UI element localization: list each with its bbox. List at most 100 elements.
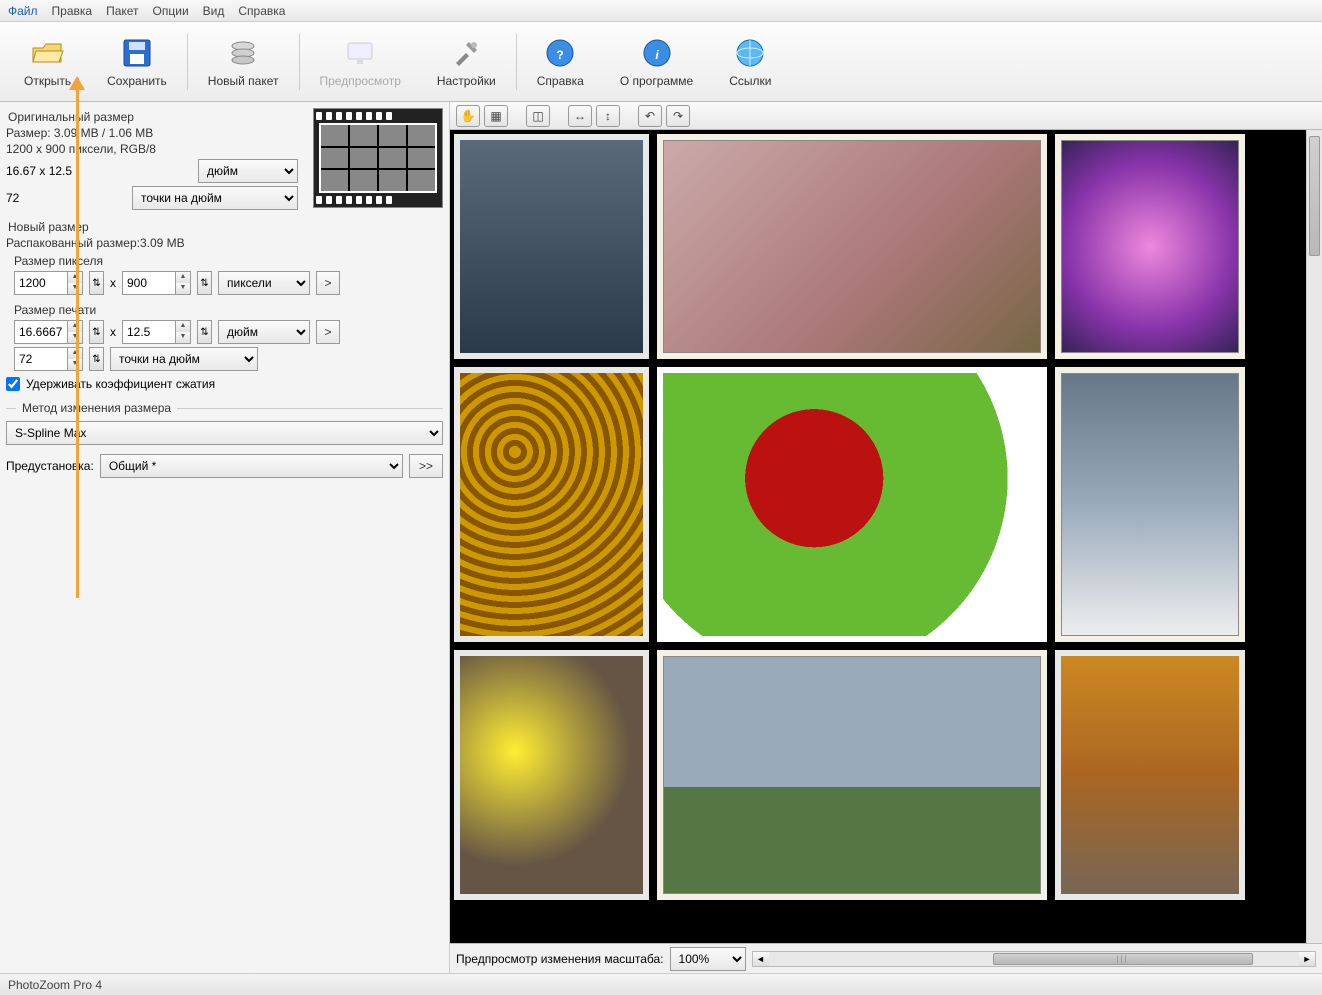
hand-icon: ✋	[461, 109, 476, 123]
link-dpi-button[interactable]: ⇅	[89, 347, 104, 371]
crop-tool-button[interactable]: ◫	[526, 105, 550, 127]
image-tile	[454, 650, 649, 900]
preset-more-button[interactable]: >>	[409, 454, 443, 478]
app-name: PhotoZoom Pro 4	[8, 978, 102, 992]
menu-batch[interactable]: Пакет	[106, 4, 138, 18]
apply-pixel-button[interactable]: >	[316, 271, 340, 295]
width-input[interactable]: ▲▼	[14, 271, 83, 295]
preview-toolbar: ✋ ▦ ◫ ↔ ↕ ↶ ↷	[450, 102, 1322, 130]
monitor-icon	[343, 36, 377, 70]
scroll-thumb[interactable]	[993, 953, 1253, 965]
print-size-title: Размер печати	[14, 303, 443, 317]
statusbar: PhotoZoom Pro 4	[0, 973, 1322, 995]
zoom-select[interactable]: 100%	[670, 947, 746, 971]
image-tile	[454, 134, 649, 359]
save-label: Сохранить	[107, 74, 167, 88]
height-input[interactable]: ▲▼	[122, 271, 191, 295]
constrain-label: Удерживать коэффициент сжатия	[26, 377, 215, 391]
horizontal-scrollbar[interactable]: ◄ ►	[752, 951, 1316, 967]
flip-h-button[interactable]: ↔	[568, 105, 592, 127]
scroll-left-button[interactable]: ◄	[753, 952, 769, 966]
menu-help[interactable]: Справка	[238, 4, 285, 18]
menu-options[interactable]: Опции	[153, 4, 189, 18]
preview-bottom-bar: Предпросмотр изменения масштаба: 100% ◄ …	[450, 943, 1322, 973]
link-pw-button[interactable]: ⇅	[89, 320, 104, 344]
info-icon: i	[640, 36, 674, 70]
print-width-input[interactable]: ▲▼	[14, 320, 83, 344]
image-tile	[454, 367, 649, 642]
pixel-size-title: Размер пикселя	[14, 254, 443, 268]
link-width-button[interactable]: ⇅	[89, 271, 104, 295]
flip-v-button[interactable]: ↕	[596, 105, 620, 127]
print-height-input[interactable]: ▲▼	[122, 320, 191, 344]
links-label: Ссылки	[729, 74, 771, 88]
constrain-row: Удерживать коэффициент сжатия	[6, 377, 443, 391]
marquee-icon: ▦	[490, 109, 501, 123]
menu-file[interactable]: Файл	[8, 4, 38, 18]
preset-select[interactable]: Общий *	[100, 454, 403, 478]
orig-unit-select[interactable]: дюйм	[198, 159, 298, 183]
flip-v-icon: ↕	[605, 109, 611, 123]
marquee-tool-button[interactable]: ▦	[484, 105, 508, 127]
preset-label: Предустановка:	[6, 459, 94, 473]
image-tile	[657, 650, 1047, 900]
image-tile	[657, 134, 1047, 359]
links-button[interactable]: Ссылки	[711, 27, 789, 97]
flip-h-icon: ↔	[574, 109, 586, 123]
folder-open-icon	[31, 36, 65, 70]
save-button[interactable]: Сохранить	[89, 27, 185, 97]
orig-dpi-unit-select[interactable]: точки на дюйм	[132, 186, 298, 210]
constrain-checkbox[interactable]	[6, 377, 20, 391]
preview-pane: ✋ ▦ ◫ ↔ ↕ ↶ ↷ П	[450, 102, 1322, 973]
print-unit-select[interactable]: дюйм	[218, 320, 310, 344]
orig-dpi: 72	[6, 191, 126, 205]
vertical-scrollbar[interactable]	[1306, 130, 1322, 943]
method-title: Метод изменения размера	[16, 401, 177, 415]
open-button[interactable]: Открыть	[6, 27, 89, 97]
settings-button[interactable]: Настройки	[419, 27, 514, 97]
method-select[interactable]: S-Spline Max	[6, 421, 443, 445]
image-tile	[1055, 650, 1245, 900]
help-label: Справка	[537, 74, 584, 88]
x-label: x	[110, 325, 116, 339]
preview-button[interactable]: Предпросмотр	[302, 27, 419, 97]
thumbnail-preview[interactable]	[313, 108, 443, 208]
print-dpi-unit-select[interactable]: точки на дюйм	[110, 347, 258, 371]
image-canvas[interactable]	[450, 130, 1306, 943]
main-toolbar: Открыть Сохранить Новый пакет Предпросмо…	[0, 22, 1322, 102]
help-icon: ?	[543, 36, 577, 70]
help-button[interactable]: ? Справка	[519, 27, 602, 97]
x-label: x	[110, 276, 116, 290]
separator	[516, 34, 517, 90]
menu-edit[interactable]: Правка	[52, 4, 93, 18]
about-button[interactable]: i О программе	[602, 27, 711, 97]
pan-tool-button[interactable]: ✋	[456, 105, 480, 127]
rotate-left-icon: ↶	[645, 109, 655, 123]
about-label: О программе	[620, 74, 693, 88]
apply-print-button[interactable]: >	[316, 320, 340, 344]
preview-label: Предпросмотр	[320, 74, 401, 88]
separator	[187, 34, 188, 90]
settings-label: Настройки	[437, 74, 496, 88]
separator	[299, 34, 300, 90]
svg-text:?: ?	[557, 48, 564, 62]
rotate-right-button[interactable]: ↷	[666, 105, 690, 127]
new-batch-label: Новый пакет	[208, 74, 279, 88]
rotate-left-button[interactable]: ↶	[638, 105, 662, 127]
print-dpi-input[interactable]: ▲▼	[14, 347, 83, 371]
new-size-title: Новый размер	[8, 220, 443, 234]
new-batch-button[interactable]: Новый пакет	[190, 27, 297, 97]
crop-icon: ◫	[532, 109, 543, 123]
pixel-unit-select[interactable]: пиксели	[218, 271, 310, 295]
image-tile	[1055, 134, 1245, 359]
resize-method-group: Метод изменения размера S-Spline Max Пре…	[6, 401, 443, 481]
phys-dim: 16.67 x 12.5	[6, 164, 192, 178]
menu-view[interactable]: Вид	[203, 4, 225, 18]
link-ph-button[interactable]: ⇅	[197, 320, 212, 344]
menubar: Файл Правка Пакет Опции Вид Справка	[0, 0, 1322, 22]
globe-icon	[733, 36, 767, 70]
floppy-disk-icon	[120, 36, 154, 70]
canvas-wrap	[450, 130, 1322, 943]
link-height-button[interactable]: ⇅	[197, 271, 212, 295]
scroll-right-button[interactable]: ►	[1299, 952, 1315, 966]
